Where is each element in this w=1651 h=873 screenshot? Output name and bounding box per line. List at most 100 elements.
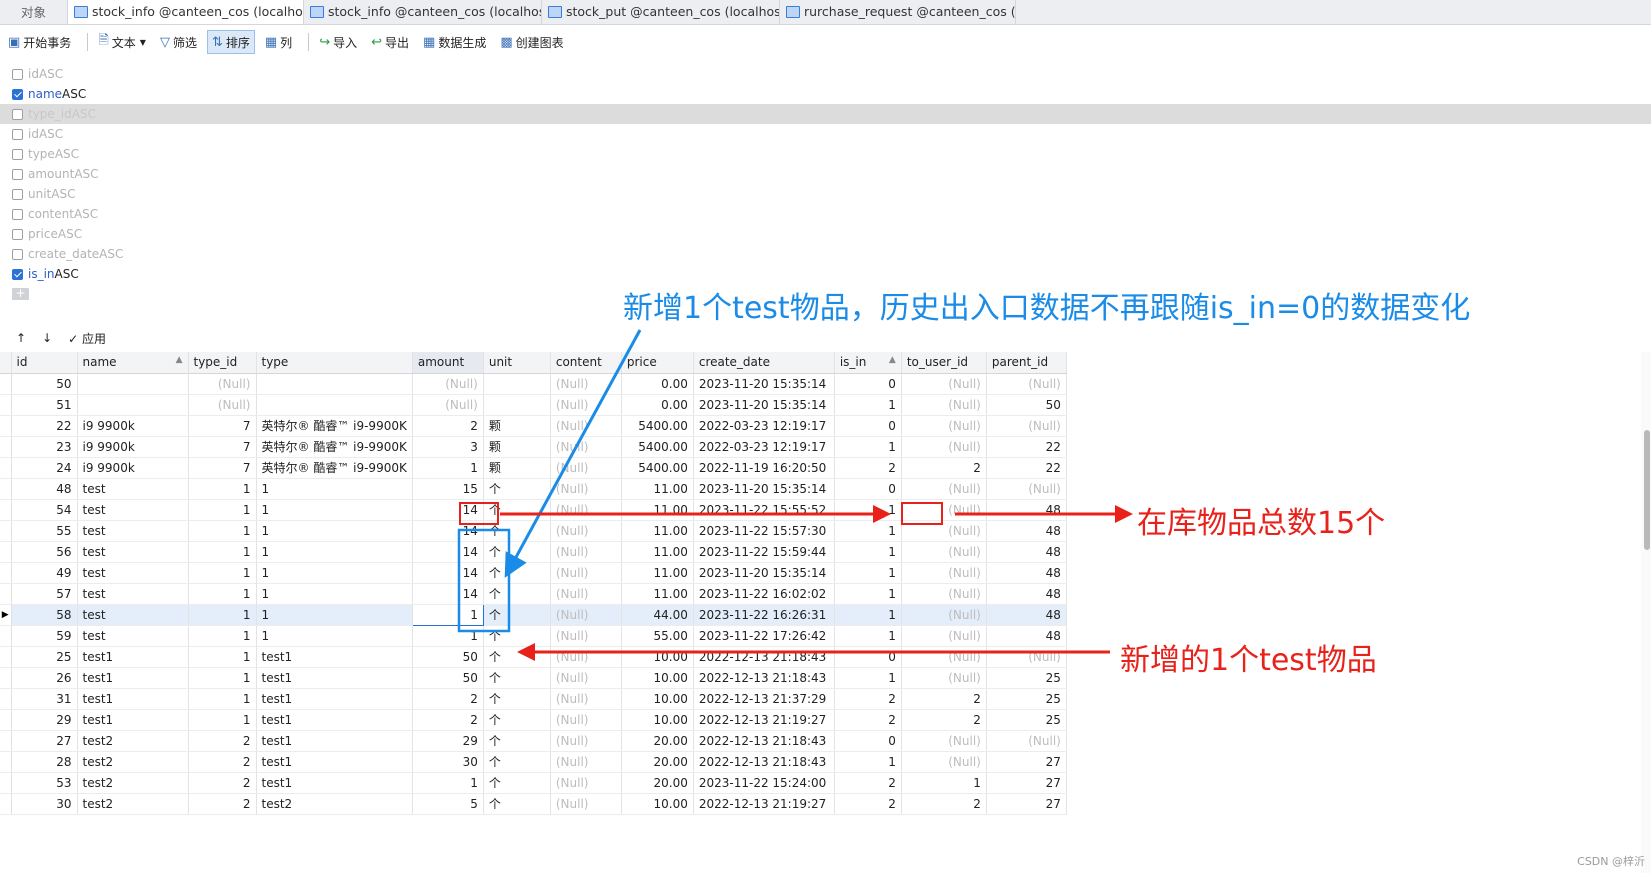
row-marker[interactable] (0, 394, 12, 416)
table-row[interactable]: 30 test2 2 test2 5 个 (Null) 10.00 2022-12-13 21:… (0, 793, 1067, 815)
cell-type-id[interactable]: 1 (188, 562, 257, 584)
column-header-content[interactable]: content (550, 352, 622, 374)
data-generation-button[interactable]: ▦ 数据生成 (419, 30, 490, 54)
table-row[interactable]: 26 test1 1 test1 50 个 (Null) 10.00 2022-12-13 21… (0, 667, 1067, 689)
table-row[interactable]: 56 test 1 1 14 个 (Null) 11.00 2023-11-22 15:59:4… (0, 541, 1067, 563)
cell-content[interactable]: (Null) (550, 541, 622, 563)
cell-name[interactable]: test1 (77, 646, 189, 668)
row-marker[interactable] (0, 499, 12, 521)
cell-to-user-id[interactable]: (Null) (901, 415, 987, 437)
cell-is-in[interactable]: 1 (834, 541, 902, 563)
cell-name[interactable]: test2 (77, 793, 189, 815)
sort-field-row[interactable]: name ASC (12, 84, 1651, 104)
cell-is-in[interactable]: 2 (834, 688, 902, 710)
cell-is-in[interactable]: 1 (834, 520, 902, 542)
cell-type-id[interactable]: 1 (188, 625, 257, 647)
cell-content[interactable]: (Null) (550, 709, 622, 731)
cell-is-in[interactable]: 2 (834, 793, 902, 815)
table-row[interactable]: 24 i9 9900k 7 英特尔® 酷睿™ i9-9900K 1 颗 (Null) 5400… (0, 457, 1067, 479)
cell-amount[interactable]: 3 (412, 436, 484, 458)
cell-id[interactable]: 31 (11, 688, 78, 710)
row-marker[interactable] (0, 541, 12, 563)
sort-field-order[interactable]: ASC (58, 227, 82, 241)
row-marker[interactable] (0, 373, 12, 395)
cell-create-date[interactable]: 2022-12-13 21:19:27 (693, 709, 835, 731)
cell-parent-id[interactable]: (Null) (986, 730, 1067, 752)
cell-price[interactable]: 11.00 (621, 520, 694, 542)
cell-create-date[interactable]: 2022-12-13 21:19:27 (693, 793, 835, 815)
table-row[interactable]: 55 test 1 1 14 个 (Null) 11.00 2023-11-22 15:57:3… (0, 520, 1067, 542)
cell-type[interactable] (256, 373, 413, 395)
cell-to-user-id[interactable]: (Null) (901, 562, 987, 584)
sort-field-order[interactable]: ASC (55, 147, 79, 161)
cell-create-date[interactable]: 2023-11-20 15:35:14 (693, 478, 835, 500)
cell-to-user-id[interactable]: 2 (901, 709, 987, 731)
cell-content[interactable]: (Null) (550, 394, 622, 416)
column-header-is-in[interactable]: is_in ▲ (834, 352, 902, 374)
cell-create-date[interactable]: 2022-11-19 16:20:50 (693, 457, 835, 479)
cell-create-date[interactable]: 2023-11-22 15:59:44 (693, 541, 835, 563)
sort-field-order[interactable]: ASC (51, 187, 75, 201)
cell-name[interactable]: i9 9900k (77, 457, 189, 479)
sort-field-row[interactable]: is_in ASC (12, 264, 1651, 284)
cell-amount[interactable]: 14 (412, 583, 484, 605)
cell-name[interactable]: test1 (77, 667, 189, 689)
cell-unit[interactable]: 颗 (483, 436, 551, 458)
cell-name[interactable]: test2 (77, 751, 189, 773)
cell-create-date[interactable]: 2022-12-13 21:18:43 (693, 646, 835, 668)
cell-is-in[interactable]: 1 (834, 751, 902, 773)
cell-type-id[interactable]: 1 (188, 478, 257, 500)
cell-unit[interactable]: 个 (483, 688, 551, 710)
cell-parent-id[interactable]: 48 (986, 625, 1067, 647)
sort-field-checkbox[interactable] (12, 188, 23, 200)
cell-name[interactable]: test (77, 583, 189, 605)
table-row[interactable]: 28 test2 2 test1 30 个 (Null) 20.00 2022-12-13 21… (0, 751, 1067, 773)
cell-name[interactable]: test (77, 478, 189, 500)
cell-price[interactable]: 11.00 (621, 562, 694, 584)
cell-type[interactable]: 1 (256, 583, 413, 605)
cell-amount[interactable]: 2 (412, 688, 484, 710)
cell-type[interactable]: 英特尔® 酷睿™ i9-9900K (256, 415, 413, 437)
table-row[interactable]: 22 i9 9900k 7 英特尔® 酷睿™ i9-9900K 2 颗 (Null) 5400… (0, 415, 1067, 437)
cell-content[interactable]: (Null) (550, 646, 622, 668)
row-marker[interactable] (0, 709, 12, 731)
table-row[interactable]: 54 test 1 1 14 个 (Null) 11.00 2023-11-22 15:55:5… (0, 499, 1067, 521)
table-row[interactable]: 23 i9 9900k 7 英特尔® 酷睿™ i9-9900K 3 颗 (Null) 5400… (0, 436, 1067, 458)
cell-is-in[interactable]: 1 (834, 499, 902, 521)
cell-amount[interactable]: 50 (412, 667, 484, 689)
cell-to-user-id[interactable]: (Null) (901, 730, 987, 752)
cell-unit[interactable]: 个 (483, 751, 551, 773)
cell-amount[interactable]: 14 (412, 499, 484, 521)
cell-name[interactable]: test1 (77, 688, 189, 710)
cell-name[interactable] (77, 373, 189, 395)
cell-to-user-id[interactable]: (Null) (901, 436, 987, 458)
cell-parent-id[interactable]: 25 (986, 667, 1067, 689)
cell-amount[interactable]: 5 (412, 793, 484, 815)
cell-create-date[interactable]: 2023-11-22 15:57:30 (693, 520, 835, 542)
cell-to-user-id[interactable]: (Null) (901, 625, 987, 647)
cell-create-date[interactable]: 2023-11-22 16:26:31 (693, 604, 835, 626)
cell-type[interactable]: 英特尔® 酷睿™ i9-9900K (256, 457, 413, 479)
cell-id[interactable]: 50 (11, 373, 78, 395)
cell-type-id[interactable]: 1 (188, 520, 257, 542)
cell-parent-id[interactable]: 22 (986, 457, 1067, 479)
tab-stock-put[interactable]: stock_put @canteen_cos (localhost) ... (542, 0, 780, 24)
cell-amount[interactable]: 2 (412, 709, 484, 731)
cell-id[interactable]: 48 (11, 478, 78, 500)
cell-type[interactable]: test1 (256, 667, 413, 689)
tab-stock-info-2[interactable]: stock_info @canteen_cos (localhost) ... (304, 0, 542, 24)
cell-is-in[interactable]: 2 (834, 709, 902, 731)
row-marker[interactable] (0, 625, 12, 647)
cell-create-date[interactable]: 2022-12-13 21:37:29 (693, 688, 835, 710)
cell-type[interactable]: 1 (256, 520, 413, 542)
move-down-button[interactable]: ↓ (42, 331, 52, 345)
cell-parent-id[interactable]: 22 (986, 436, 1067, 458)
cell-content[interactable]: (Null) (550, 520, 622, 542)
table-row[interactable]: ▶ 58 test 1 1 1 个 (Null) 44.00 2023-11-22 16:26:3… (0, 603, 1067, 626)
cell-type-id[interactable]: 7 (188, 436, 257, 458)
cell-type-id[interactable]: 1 (188, 709, 257, 731)
filter-button[interactable]: ▽ 筛选 (156, 30, 201, 54)
cell-amount[interactable]: 14 (412, 541, 484, 563)
cell-amount[interactable]: 15 (412, 478, 484, 500)
row-marker[interactable] (0, 667, 12, 689)
